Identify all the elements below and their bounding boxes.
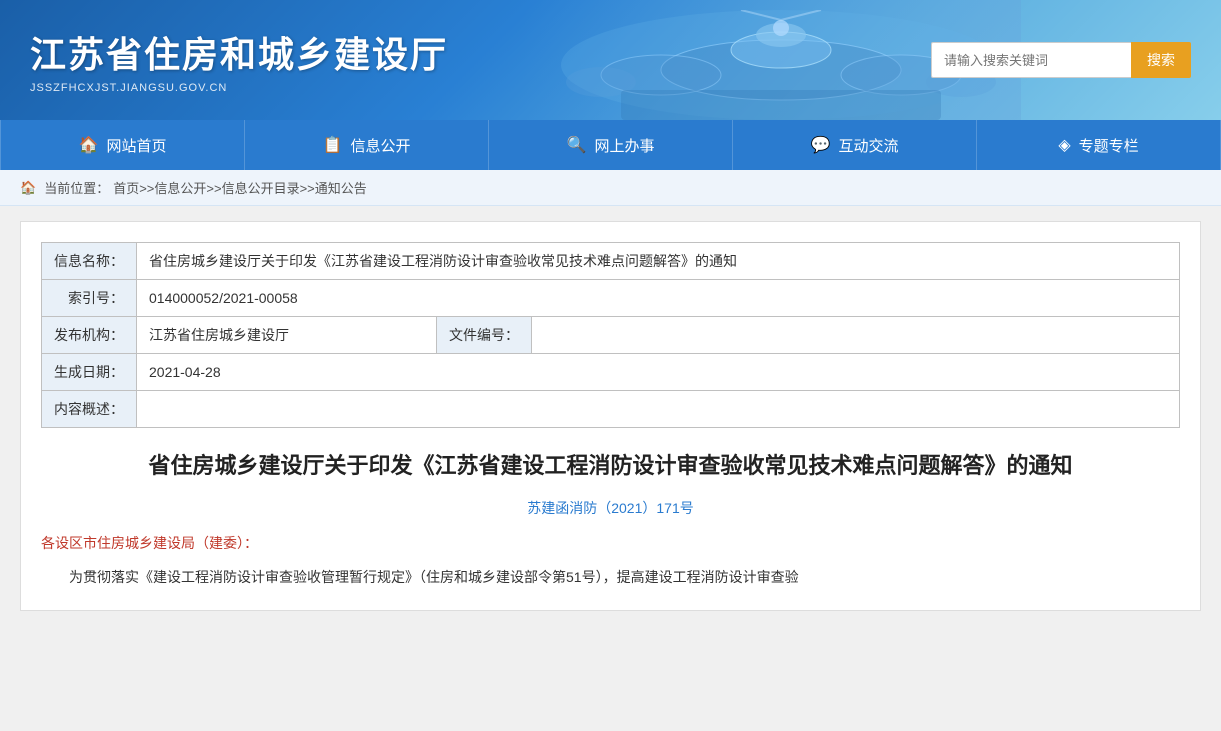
value-file-number <box>532 317 1180 354</box>
nav-label-online: 网上办事 <box>594 135 654 156</box>
label-publisher: 发布机构： <box>42 317 137 354</box>
search-button[interactable]: 搜索 <box>1131 42 1191 78</box>
nav-label-home: 网站首页 <box>106 135 166 156</box>
table-row: 内容概述： <box>42 391 1180 428</box>
article-doc-number: 苏建函消防（2021）171号 <box>41 498 1180 518</box>
label-file-number: 文件编号： <box>437 317 532 354</box>
nav-label-interact: 互动交流 <box>838 135 898 156</box>
breadcrumb-home-icon: 🏠 <box>20 180 36 196</box>
nav-item-info[interactable]: 📋 信息公开 <box>245 120 489 170</box>
search-form: 搜索 <box>931 42 1191 78</box>
label-info-name: 信息名称： <box>42 243 137 280</box>
site-header: 江苏省住房和城乡建设厅 JSSZFHCXJST.JIANGSU.GOV.CN <box>0 0 1221 120</box>
nav-item-online[interactable]: 🔍 网上办事 <box>489 120 733 170</box>
breadcrumb-path[interactable]: 首页>>信息公开>>信息公开目录>>通知公告 <box>113 178 367 197</box>
table-row: 索引号： 014000052/2021-00058 <box>42 280 1180 317</box>
main-nav: 🏠 网站首页 📋 信息公开 🔍 网上办事 💬 互动交流 ◈ 专题专栏 <box>0 120 1221 170</box>
value-index: 014000052/2021-00058 <box>137 280 1180 317</box>
article-title: 省住房城乡建设厅关于印发《江苏省建设工程消防设计审查验收常见技术难点问题解答》的… <box>101 448 1120 483</box>
article-recipients: 各设区市住房城乡建设局（建委）： <box>41 533 1180 553</box>
label-summary: 内容概述： <box>42 391 137 428</box>
value-publisher: 江苏省住房城乡建设厅 <box>137 317 437 354</box>
info-icon: 📋 <box>323 135 343 155</box>
site-title: 江苏省住房和城乡建设厅 <box>30 26 448 78</box>
online-icon: 🔍 <box>567 135 587 155</box>
value-info-name: 省住房城乡建设厅关于印发《江苏省建设工程消防设计审查验收常见技术难点问题解答》的… <box>137 243 1180 280</box>
special-icon: ◈ <box>1058 135 1070 155</box>
interact-icon: 💬 <box>811 135 831 155</box>
main-content: 信息名称： 省住房城乡建设厅关于印发《江苏省建设工程消防设计审查验收常见技术难点… <box>20 221 1201 611</box>
nav-label-info: 信息公开 <box>350 135 410 156</box>
home-icon: 🏠 <box>79 135 99 155</box>
label-index: 索引号： <box>42 280 137 317</box>
table-row: 发布机构： 江苏省住房城乡建设厅 文件编号： <box>42 317 1180 354</box>
nav-item-home[interactable]: 🏠 网站首页 <box>0 120 245 170</box>
value-summary <box>137 391 1180 428</box>
info-table: 信息名称： 省住房城乡建设厅关于印发《江苏省建设工程消防设计审查验收常见技术难点… <box>41 242 1180 428</box>
nav-label-special: 专题专栏 <box>1079 135 1139 156</box>
value-date: 2021-04-28 <box>137 354 1180 391</box>
breadcrumb-prefix: 当前位置： <box>44 178 109 197</box>
table-row: 信息名称： 省住房城乡建设厅关于印发《江苏省建设工程消防设计审查验收常见技术难点… <box>42 243 1180 280</box>
article-body: 为贯彻落实《建设工程消防设计审查验收管理暂行规定》（住房和城乡建设部令第51号）… <box>41 565 1180 590</box>
table-row: 生成日期： 2021-04-28 <box>42 354 1180 391</box>
header-branding: 江苏省住房和城乡建设厅 JSSZFHCXJST.JIANGSU.GOV.CN <box>30 26 448 94</box>
search-input[interactable] <box>931 42 1131 78</box>
nav-item-interact[interactable]: 💬 互动交流 <box>733 120 977 170</box>
nav-item-special[interactable]: ◈ 专题专栏 <box>977 120 1221 170</box>
breadcrumb: 🏠 当前位置： 首页>>信息公开>>信息公开目录>>通知公告 <box>0 170 1221 206</box>
label-date: 生成日期： <box>42 354 137 391</box>
site-url: JSSZFHCXJST.JIANGSU.GOV.CN <box>30 82 448 94</box>
